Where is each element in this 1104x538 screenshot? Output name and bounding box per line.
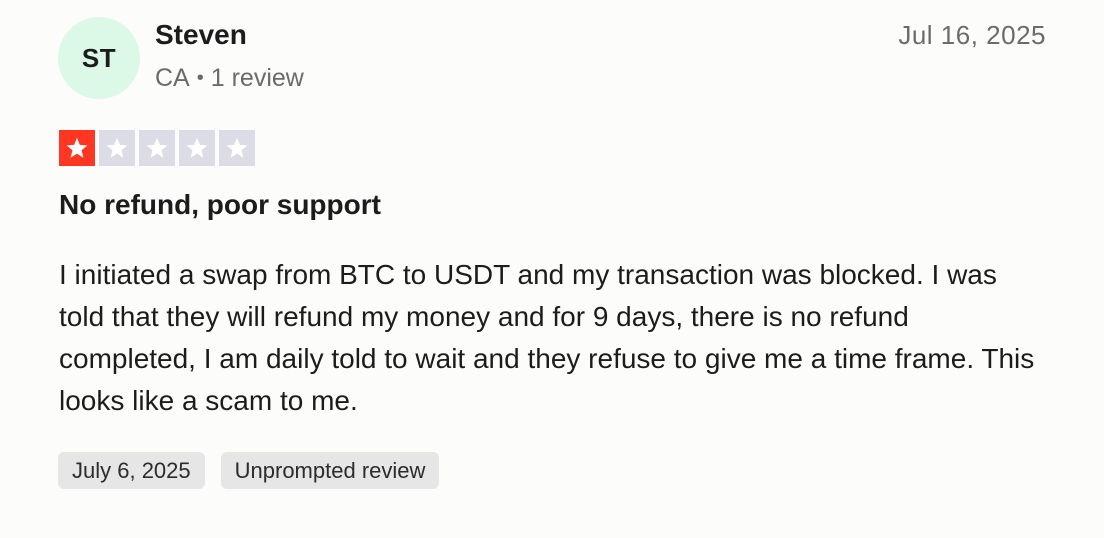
star-icon [146,137,168,158]
star-icon-empty [139,130,175,166]
review-tags: July 6, 2025 Unprompted review [58,452,440,489]
star-icon-filled [59,130,95,166]
reviewer-review-count: 1 review [210,64,304,92]
reviewer-country: CA [155,64,190,92]
review-body: I initiated a swap from BTC to USDT and … [59,259,1035,416]
reviewer-meta: CA • 1 review [155,64,304,93]
star-icon [66,137,88,158]
star-icon [226,137,248,158]
star-icon [186,137,208,158]
star-icon-empty [219,130,255,166]
review-type-chip[interactable]: Unprompted review [220,452,440,489]
avatar-initials: ST [81,42,117,73]
reviewer-name[interactable]: Steven [155,19,247,51]
separator-dot: • [196,67,204,89]
star-icon [106,137,128,158]
review-date: Jul 16, 2025 [898,20,1046,50]
star-icon-empty [99,130,135,166]
experience-date-chip: July 6, 2025 [58,452,205,489]
star-rating [59,130,255,166]
star-icon-empty [179,130,215,166]
review-card: ST Steven CA • 1 review Jul 16, 2025 No … [0,0,1104,538]
avatar[interactable]: ST [58,17,140,99]
review-title[interactable]: No refund, poor support [59,189,381,221]
